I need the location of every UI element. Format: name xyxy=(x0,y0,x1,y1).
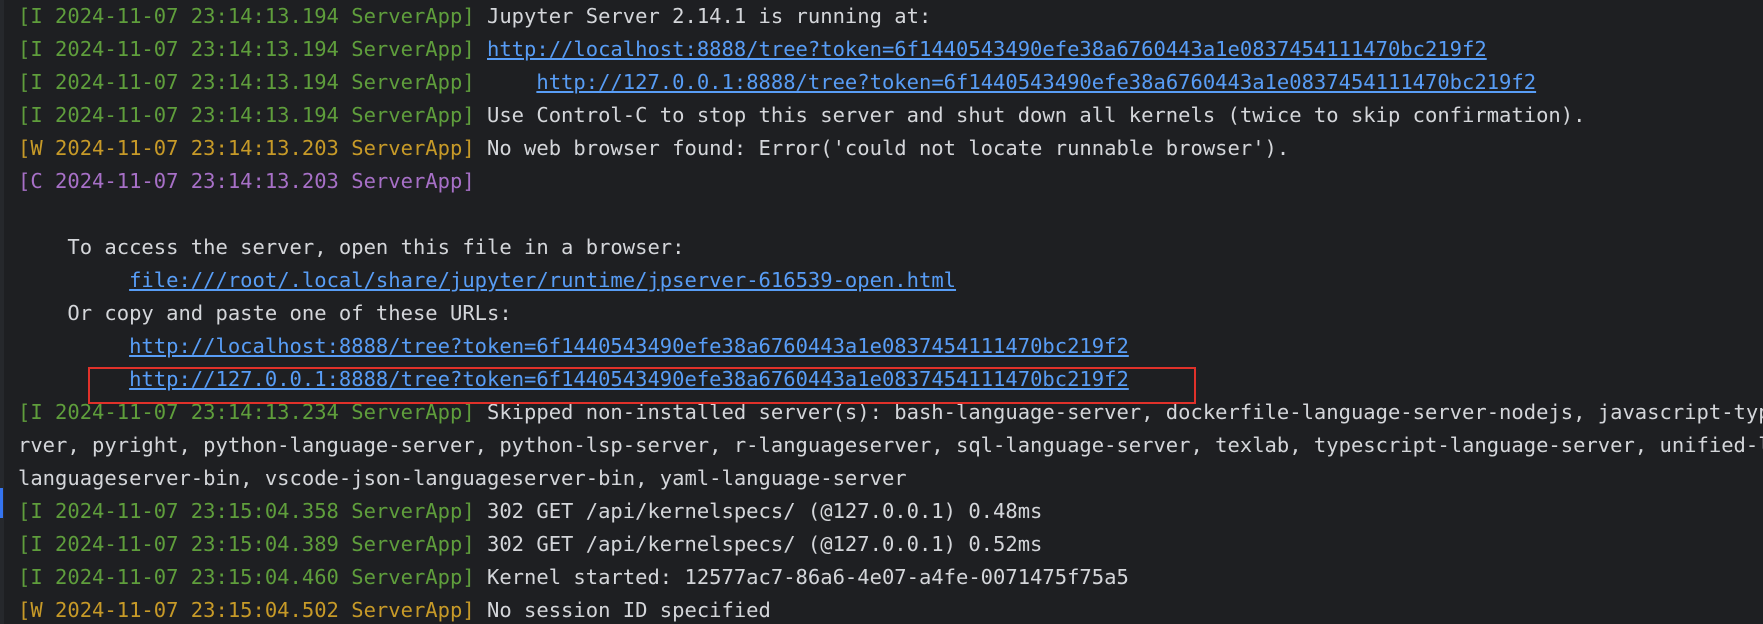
log-prefix: [I 2024-11-07 23:14:13.194 ServerApp] xyxy=(18,37,475,61)
loopback-url-link-2[interactable]: http://127.0.0.1:8888/tree?token=6f14405… xyxy=(129,367,1129,391)
log-line-10: Or copy and paste one of these URLs: xyxy=(18,297,512,330)
log-line-9: file:///root/.local/share/jupyter/runtim… xyxy=(18,264,956,297)
log-prefix: [I 2024-11-07 23:14:13.194 ServerApp] xyxy=(18,70,475,94)
log-prefix: [I 2024-11-07 23:14:13.194 ServerApp] xyxy=(18,103,475,127)
log-message: rver, pyright, python-language-server, p… xyxy=(18,433,1763,457)
log-line-15: languageserver-bin, vscode-json-language… xyxy=(18,462,907,495)
log-prefix: [I 2024-11-07 23:15:04.358 ServerApp] xyxy=(18,499,475,523)
log-message: 302 GET /api/kernelspecs/ (@127.0.0.1) 0… xyxy=(474,532,1043,556)
log-prefix: [I 2024-11-07 23:15:04.460 ServerApp] xyxy=(18,565,475,589)
log-line-1: [I 2024-11-07 23:14:13.194 ServerApp] Ju… xyxy=(18,0,931,33)
log-message: No web browser found: Error('could not l… xyxy=(474,136,1290,160)
log-line-18: [I 2024-11-07 23:15:04.460 ServerApp] Ke… xyxy=(18,561,1129,594)
log-line-14: rver, pyright, python-language-server, p… xyxy=(18,429,1763,462)
log-prefix: [I 2024-11-07 23:14:13.194 ServerApp] xyxy=(18,4,475,28)
log-message: 302 GET /api/kernelspecs/ (@127.0.0.1) 0… xyxy=(474,499,1043,523)
log-line-11: http://localhost:8888/tree?token=6f14405… xyxy=(18,330,1129,363)
log-message: Skipped non-installed server(s): bash-la… xyxy=(486,400,1763,424)
log-line-4: [I 2024-11-07 23:14:13.194 ServerApp] Us… xyxy=(18,99,1585,132)
log-line-16: [I 2024-11-07 23:15:04.358 ServerApp] 30… xyxy=(18,495,1042,528)
log-line-12: http://127.0.0.1:8888/tree?token=6f14405… xyxy=(18,363,1129,396)
terminal-output[interactable]: [I 2024-11-07 23:14:13.194 ServerApp] Ju… xyxy=(0,0,1763,624)
localhost-url-link-2[interactable]: http://localhost:8888/tree?token=6f14405… xyxy=(129,334,1129,358)
log-line-6: [C 2024-11-07 23:14:13.203 ServerApp] xyxy=(18,165,475,198)
log-line-5: [W 2024-11-07 23:14:13.203 ServerApp] No… xyxy=(18,132,1289,165)
log-line-17: [I 2024-11-07 23:15:04.389 ServerApp] 30… xyxy=(18,528,1042,561)
log-prefix: [I 2024-11-07 23:14:13.234 ServerApp] xyxy=(18,400,475,424)
log-prefix-warning: [W 2024-11-07 23:15:04.502 ServerApp] xyxy=(18,598,475,622)
log-line-3: [I 2024-11-07 23:14:13.194 ServerApp] ht… xyxy=(18,66,1536,99)
log-prefix-warning: [W 2024-11-07 23:14:13.203 ServerApp] xyxy=(18,136,475,160)
runtime-file-link[interactable]: file:///root/.local/share/jupyter/runtim… xyxy=(129,268,956,292)
log-message: No session ID specified xyxy=(474,598,771,622)
localhost-url-link[interactable]: http://localhost:8888/tree?token=6f14405… xyxy=(487,37,1487,61)
log-message: Jupyter Server 2.14.1 is running at: xyxy=(474,4,932,28)
log-message: Use Control-C to stop this server and sh… xyxy=(474,103,1586,127)
log-line-19: [W 2024-11-07 23:15:04.502 ServerApp] No… xyxy=(18,594,771,624)
log-message: languageserver-bin, vscode-json-language… xyxy=(18,466,907,490)
log-message: Kernel started: 12577ac7-86a6-4e07-a4fe-… xyxy=(474,565,1129,589)
log-line-2: [I 2024-11-07 23:14:13.194 ServerApp] ht… xyxy=(18,33,1487,66)
log-prefix-critical: [C 2024-11-07 23:14:13.203 ServerApp] xyxy=(18,169,475,193)
loopback-url-link[interactable]: http://127.0.0.1:8888/tree?token=6f14405… xyxy=(536,70,1536,94)
gutter xyxy=(0,0,4,624)
log-message: To access the server, open this file in … xyxy=(18,235,685,259)
gutter-marker xyxy=(0,488,3,518)
log-line-8: To access the server, open this file in … xyxy=(18,231,684,264)
log-prefix: [I 2024-11-07 23:15:04.389 ServerApp] xyxy=(18,532,475,556)
log-message: Or copy and paste one of these URLs: xyxy=(18,301,512,325)
log-line-13: [I 2024-11-07 23:14:13.234 ServerApp] Sk… xyxy=(18,396,1763,429)
